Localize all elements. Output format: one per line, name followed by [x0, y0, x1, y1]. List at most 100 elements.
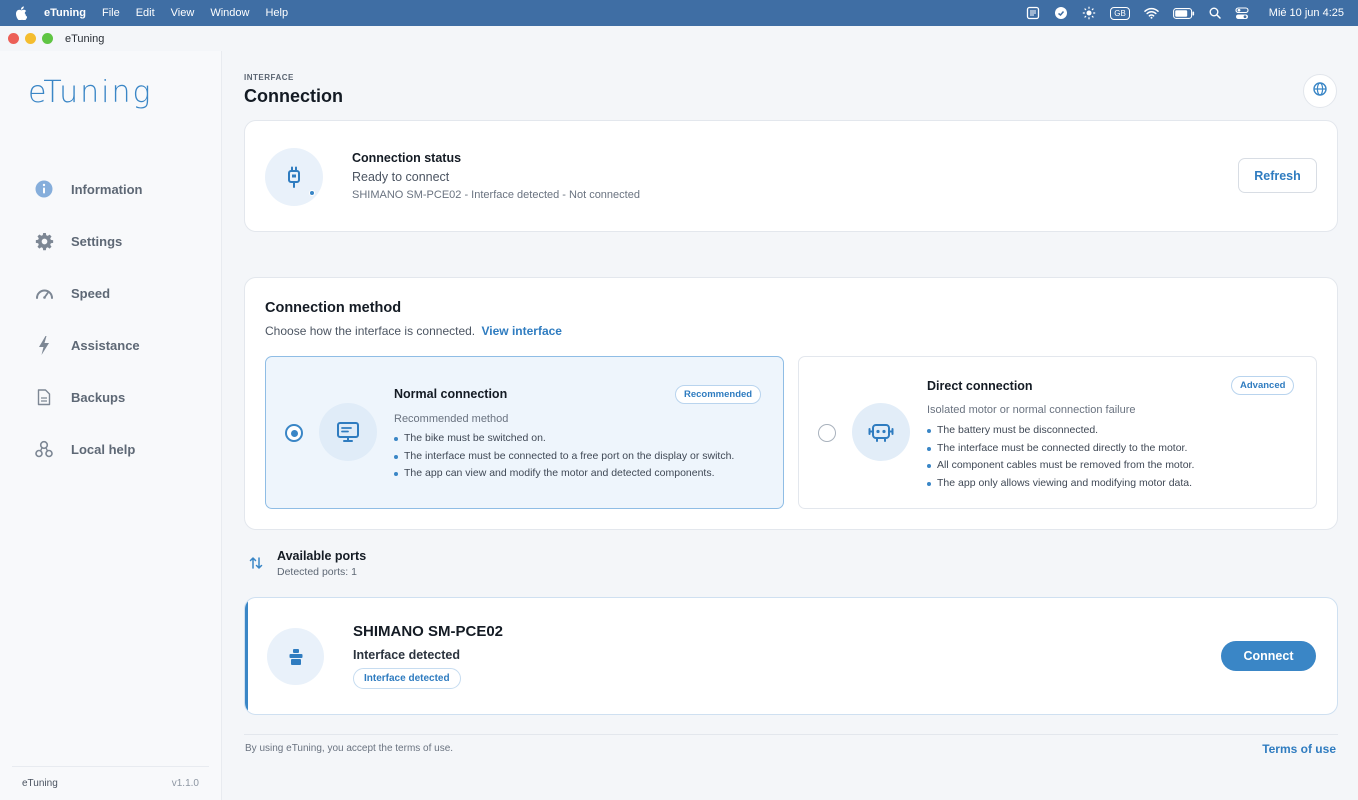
connection-method-card: Connection method Choose how the interfa… — [244, 277, 1338, 530]
menu-app-name[interactable]: eTuning — [44, 7, 86, 19]
spotlight-search-icon[interactable] — [1209, 7, 1221, 19]
wifi-icon[interactable] — [1144, 7, 1159, 19]
status-indicator-dot — [309, 190, 315, 196]
battery-icon[interactable] — [1172, 7, 1195, 19]
sidebar-item-label: Information — [71, 181, 143, 197]
app-logo: eTuning — [28, 75, 153, 110]
menu-edit[interactable]: Edit — [136, 7, 155, 19]
minimize-window-button[interactable] — [25, 33, 36, 44]
view-interface-link[interactable]: View interface — [481, 324, 561, 338]
sidebar-item-label: Speed — [71, 285, 111, 301]
port-name: SHIMANO SM-PCE02 — [353, 623, 504, 640]
lightning-icon — [34, 335, 54, 355]
list-item: All component cables must be removed fro… — [927, 457, 1194, 475]
sidebar-nav: Information Settings Speed Assistance Ba… — [0, 163, 222, 475]
sort-arrows-icon — [249, 556, 263, 570]
direct-connection-description: Isolated motor or normal connection fail… — [927, 404, 1136, 416]
connection-status-detail: SHIMANO SM-PCE02 - Interface detected - … — [352, 189, 640, 201]
connection-status-text: Ready to connect — [352, 170, 450, 184]
language-button[interactable] — [1303, 74, 1337, 108]
sidebar-item-backups[interactable]: Backups — [0, 371, 222, 423]
sidebar-item-speed[interactable]: Speed — [0, 267, 222, 319]
connection-method-title: Connection method — [265, 300, 402, 316]
globe-icon — [1313, 81, 1327, 101]
window-title: eTuning — [65, 32, 105, 45]
direct-connection-title: Direct connection — [927, 379, 1033, 393]
menu-view[interactable]: View — [171, 7, 195, 19]
apple-icon[interactable] — [14, 6, 28, 20]
screen-share-icon[interactable] — [1054, 6, 1068, 20]
sidebar-item-assistance[interactable]: Assistance — [0, 319, 222, 371]
port-card: SHIMANO SM-PCE02 Interface detected Inte… — [244, 597, 1338, 715]
normal-connection-option[interactable]: Normal connection Recommended Recommende… — [265, 356, 784, 509]
app-version: v1.1.0 — [171, 778, 199, 789]
display-icon — [319, 403, 377, 461]
port-accent-bar — [245, 598, 248, 714]
normal-connection-radio[interactable] — [285, 424, 303, 442]
brightness-icon[interactable] — [1082, 6, 1096, 20]
sidebar-item-label: Settings — [71, 233, 123, 249]
available-ports-title: Available ports — [277, 549, 367, 563]
notes-icon[interactable] — [1026, 6, 1040, 20]
recommended-badge: Recommended — [675, 385, 762, 404]
normal-connection-description: Recommended method — [394, 413, 509, 425]
advanced-badge: Advanced — [1231, 376, 1295, 395]
terms-note: By using eTuning, you accept the terms o… — [245, 743, 454, 754]
window-controls — [8, 33, 53, 44]
sidebar-item-settings[interactable]: Settings — [0, 215, 222, 267]
motor-icon — [852, 403, 910, 461]
normal-connection-title: Normal connection — [394, 387, 508, 401]
help-nodes-icon — [34, 439, 54, 459]
direct-connection-radio[interactable] — [818, 424, 836, 442]
sidebar-footer-app: eTuning — [22, 778, 58, 789]
sidebar-item-label: Assistance — [71, 337, 140, 353]
connect-button[interactable]: Connect — [1221, 641, 1316, 671]
available-ports-header: Available ports Detected ports: 1 — [244, 548, 644, 582]
sidebar: eTuning Information Settings Speed Assis… — [0, 51, 222, 800]
gear-icon — [34, 231, 54, 251]
info-icon — [34, 179, 54, 199]
page-title: Connection — [244, 86, 343, 106]
list-item: The app only allows viewing and modifyin… — [927, 475, 1194, 493]
sidebar-item-local-help[interactable]: Local help — [0, 423, 222, 475]
status-menus: GB Mié 10 jun 4:25 — [1026, 0, 1344, 26]
sidebar-item-label: Backups — [71, 389, 126, 405]
connection-method-subtitle: Choose how the interface is connected. V… — [265, 324, 562, 338]
title-bar: eTuning — [0, 26, 1358, 51]
detected-ports-count: Detected ports: 1 — [277, 566, 357, 578]
keyboard-layout[interactable]: GB — [1110, 6, 1130, 20]
list-item: The battery must be disconnected. — [927, 422, 1194, 440]
menu-bar: eTuning File Edit View Window Help GB Mi… — [0, 0, 1358, 26]
connection-method-hint: Choose how the interface is connected. — [265, 324, 476, 338]
sidebar-item-label: Local help — [71, 441, 136, 457]
menu-window[interactable]: Window — [210, 7, 249, 19]
connection-status-card: Connection status Ready to connect SHIMA… — [244, 120, 1338, 232]
zoom-window-button[interactable] — [42, 33, 53, 44]
connection-status-title: Connection status — [352, 151, 462, 165]
plug-icon — [267, 628, 324, 685]
document-icon — [34, 387, 54, 407]
app-window: eTuning eTuning Information Settings Spe… — [0, 26, 1358, 800]
menu-help[interactable]: Help — [265, 7, 288, 19]
page-footer: By using eTuning, you accept the terms o… — [244, 734, 1338, 764]
menu-file[interactable]: File — [102, 7, 120, 19]
sidebar-item-information[interactable]: Information — [0, 163, 222, 215]
list-item: The app can view and modify the motor an… — [394, 465, 734, 483]
refresh-button[interactable]: Refresh — [1238, 158, 1317, 193]
speedometer-icon — [34, 283, 54, 303]
normal-connection-requirements: The bike must be switched on. The interf… — [394, 430, 734, 483]
direct-connection-requirements: The battery must be disconnected. The in… — [927, 422, 1194, 492]
usb-plug-icon — [265, 148, 323, 206]
interface-detected-badge: Interface detected — [353, 668, 461, 689]
terms-of-use-link[interactable]: Terms of use — [1262, 742, 1336, 756]
menubar-clock[interactable]: Mié 10 jun 4:25 — [1269, 7, 1344, 19]
direct-connection-option[interactable]: Direct connection Advanced Isolated moto… — [798, 356, 1317, 509]
port-state: Interface detected — [353, 648, 460, 662]
list-item: The interface must be connected directly… — [927, 440, 1194, 458]
sidebar-footer: eTuning v1.1.0 — [12, 766, 209, 800]
list-item: The bike must be switched on. — [394, 430, 734, 448]
section-eyebrow: INTERFACE — [244, 73, 294, 82]
list-item: The interface must be connected to a fre… — [394, 448, 734, 466]
close-window-button[interactable] — [8, 33, 19, 44]
control-center-icon[interactable] — [1235, 6, 1249, 20]
